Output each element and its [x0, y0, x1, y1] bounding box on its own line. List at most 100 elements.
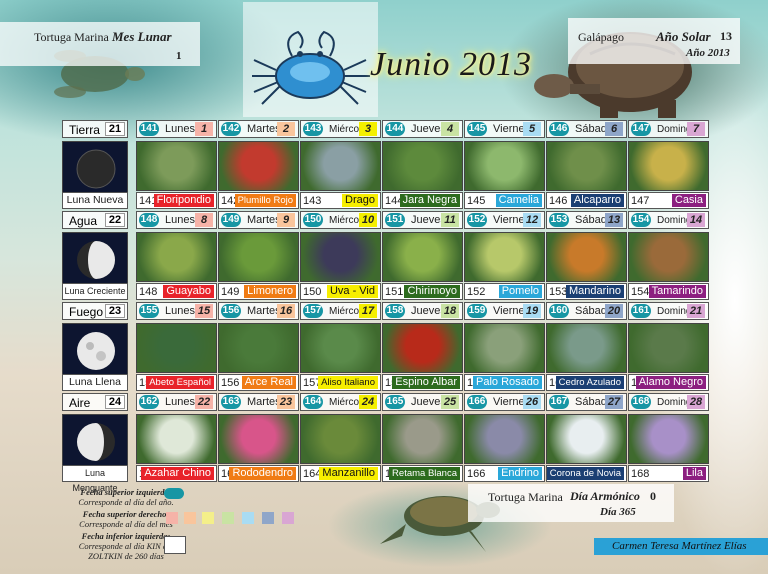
plant-photo: [300, 323, 381, 373]
day-of-year: 154: [631, 286, 650, 298]
element-name: Aire: [69, 396, 91, 410]
plant-label: 159Palo Rosado: [464, 374, 545, 391]
kin-circle: 166: [467, 395, 487, 409]
month-day-number: 10: [359, 213, 377, 227]
plant-photo: [136, 141, 217, 191]
legend-color-swatches: [166, 512, 310, 524]
element-number: 23: [105, 304, 125, 318]
month-day-number: 12: [523, 213, 541, 227]
plant-label: 148 Guayabo: [136, 283, 217, 300]
plant-label: 142 Plumillo Rojo: [218, 192, 299, 209]
legend-1-text: Corresponde al día del año.: [78, 497, 174, 507]
full-moon-icon: [62, 323, 128, 377]
day-header-martes: 149 Martes 9: [218, 211, 299, 229]
element-number: 24: [105, 395, 125, 409]
harmonic-day-panel: Tortuga Marina Día Armónico 0 Día 365: [468, 484, 674, 522]
day-of-year: 143: [303, 195, 322, 207]
weekday-name: Lunes: [165, 214, 195, 226]
header-left-label: Tortuga Marina: [34, 30, 109, 44]
kin-circle: 165: [385, 395, 405, 409]
plant-name: Abeto Español: [146, 376, 214, 389]
legend-box-swatch: [164, 536, 186, 554]
month-day-number: 25: [441, 395, 459, 409]
plant-label: 152 Pomelo: [464, 283, 545, 300]
plant-photo: [300, 141, 381, 191]
day-header-domingo: 147 Domingo 7: [628, 120, 709, 138]
kin-circle: 142: [221, 122, 241, 136]
plant-name: Azahar Chino: [141, 467, 214, 480]
plant-photo: [464, 141, 545, 191]
day-of-year: 145: [467, 195, 486, 207]
day-header-martes: 163 Martes 23: [218, 393, 299, 411]
plant-name: Uva - Vid: [326, 285, 378, 298]
month-day-number: 6: [605, 122, 623, 136]
plant-photo: [382, 232, 463, 282]
plant-label: 146 Alcaparro: [546, 192, 627, 209]
kin-circle: 144: [385, 122, 405, 136]
month-day-number: 28: [687, 395, 705, 409]
element-label: Fuego 23: [62, 302, 128, 320]
kin-circle: 167: [549, 395, 569, 409]
day-header-sabado: 153 Sábado 13: [546, 211, 627, 229]
plant-name: Casia: [671, 194, 706, 207]
kin-circle: 153: [549, 213, 569, 227]
plant-photo: [218, 232, 299, 282]
plant-label: 161Alamo Negro: [628, 374, 709, 391]
weekday-name: Martes: [247, 123, 281, 135]
day-header-miercoles: 150 Miércoles 10: [300, 211, 381, 229]
element-label: Agua 22: [62, 211, 128, 229]
cancer-crab-icon: [252, 30, 370, 105]
legend-3-text-2: ZOLTKIN de 260 días: [88, 551, 164, 561]
day-of-year: 148: [139, 286, 158, 298]
bottom-label: Tortuga Marina: [488, 490, 563, 504]
plant-photo: [218, 141, 299, 191]
element-label: Aire 24: [62, 393, 128, 411]
day-header-martes: 142 Martes 2: [218, 120, 299, 138]
month-day-number: 23: [277, 395, 295, 409]
kin-circle: 163: [221, 395, 241, 409]
element-number: 21: [105, 122, 125, 136]
moon-phase-label: Luna Nueva: [62, 192, 128, 209]
plant-name: Palo Rosado: [473, 376, 542, 389]
month-day-number: 1: [195, 122, 213, 136]
plant-label: 165Retama Blanca: [382, 465, 463, 482]
plant-photo: [628, 323, 709, 373]
kin-circle: 143: [303, 122, 323, 136]
plant-name: Plumillo Rojo: [234, 194, 296, 207]
plant-label: 144 Jara Negra: [382, 192, 463, 209]
day-header-miercoles: 164 Miércoles 24: [300, 393, 381, 411]
plant-name: Chirimoyo: [404, 285, 460, 298]
kin-circle: 141: [139, 122, 159, 136]
header-lunar-month: Tortuga Marina Mes Lunar 1: [0, 22, 200, 66]
month-day-number: 5: [523, 122, 541, 136]
plant-name: Floripondio: [153, 194, 214, 207]
kin-circle: 160: [549, 304, 569, 318]
month-day-number: 8: [195, 213, 213, 227]
weekday-name: Lunes: [165, 123, 195, 135]
plant-label: 145 Camelia: [464, 192, 545, 209]
plant-photo: [464, 414, 545, 464]
legend-2-title: Fecha superior derecho:: [82, 509, 170, 519]
month-day-number: 16: [277, 304, 295, 318]
day-header-viernes: 159 Viernes 19: [464, 302, 545, 320]
plant-name: Jara Negra: [399, 194, 460, 207]
day-header-sabado: 146 Sábado 6: [546, 120, 627, 138]
plant-label: 143 Drago: [300, 192, 381, 209]
kin-circle: 161: [631, 304, 651, 318]
weekday-name: Lunes: [165, 396, 195, 408]
kin-circle: 146: [549, 122, 569, 136]
weekday-name: Martes: [247, 214, 281, 226]
legend-3-text-1: Corresponde al día KIN del: [78, 541, 174, 551]
header-left-value: 1: [176, 50, 182, 62]
plant-label: 154 Tamarindo: [628, 283, 709, 300]
plant-name: Arce Real: [241, 376, 296, 389]
plant-label: 149 Limonero: [218, 283, 299, 300]
plant-name: Alamo Negro: [635, 376, 706, 389]
day-header-miercoles: 143 Miércoles 3: [300, 120, 381, 138]
plant-name: Aliso Italiano: [318, 376, 378, 389]
kin-circle: 168: [631, 395, 651, 409]
bottom-value: 0: [650, 489, 656, 503]
month-day-number: 26: [523, 395, 541, 409]
element-name: Agua: [69, 214, 98, 228]
kin-circle: 147: [631, 122, 651, 136]
